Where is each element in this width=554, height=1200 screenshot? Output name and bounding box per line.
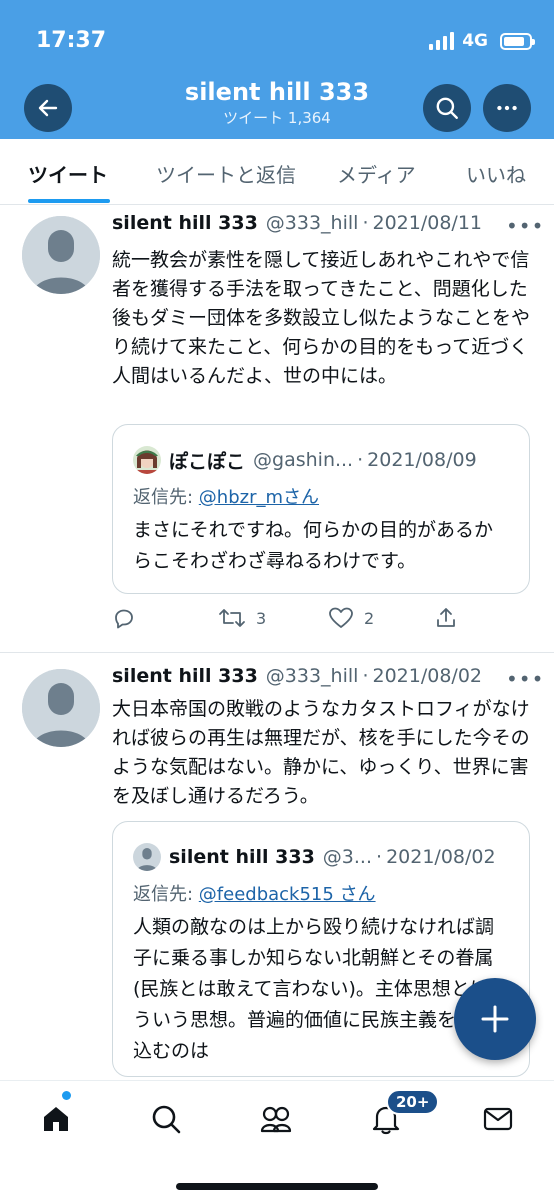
quoted-tweet[interactable]: ぽこぽこ @gashin... · 2021/08/09 返信先: @hbzr_… (112, 424, 530, 594)
avatar[interactable] (22, 669, 100, 747)
network-label: 4G (462, 31, 488, 51)
nav-communities[interactable] (256, 1099, 296, 1139)
quoted-author-name: ぽこぽこ (169, 450, 246, 473)
home-unread-dot (62, 1091, 71, 1100)
notification-badge: 20+ (386, 1089, 440, 1115)
quoted-author-name: silent hill 333 (169, 846, 315, 868)
nav-search[interactable] (146, 1099, 186, 1139)
author-handle: @333_hill (265, 665, 359, 687)
heart-icon (329, 607, 353, 628)
share-icon (437, 608, 455, 627)
bottom-navigation: 20+ (0, 1080, 554, 1200)
reply-mention-link[interactable]: @feedback515 さん (199, 884, 376, 905)
tab-media[interactable]: メディア (337, 159, 416, 188)
more-button[interactable] (483, 84, 531, 132)
share-button[interactable] (434, 606, 458, 630)
avatar[interactable] (22, 216, 100, 294)
character-avatar-icon (133, 446, 161, 474)
tweet-header: silent hill 333 @333_hill · 2021/08/11 (112, 212, 482, 240)
tweet-more-button[interactable]: ••• (506, 667, 544, 691)
profile-header: 17:37 4G silent hill 333 ツイート 1,364 (0, 0, 554, 139)
quoted-tweet-header: silent hill 333 @3... · 2021/08/02 (133, 842, 496, 872)
reply-icon (115, 609, 133, 629)
search-icon (436, 97, 458, 119)
home-indicator (176, 1183, 378, 1190)
reply-to-label: 返信先: (133, 487, 199, 508)
tweet-item[interactable]: silent hill 333 @333_hill · 2021/08/11 •… (0, 206, 554, 652)
quoted-tweet-date: 2021/08/02 (386, 846, 496, 868)
more-horizontal-icon (497, 105, 517, 111)
tweet-header: silent hill 333 @333_hill · 2021/08/02 (112, 665, 482, 693)
search-button[interactable] (423, 84, 471, 132)
reply-to-line: 返信先: @feedback515 さん (133, 880, 376, 906)
like-count: 2 (364, 608, 375, 628)
reply-button[interactable] (112, 606, 136, 630)
tweet-actions: 3 2 (112, 606, 532, 636)
battery-icon (500, 32, 535, 50)
mail-icon (483, 1107, 513, 1131)
search-icon (152, 1105, 181, 1134)
author-name[interactable]: silent hill 333 (112, 212, 258, 234)
tab-tweets[interactable]: ツイート (28, 159, 108, 188)
reply-mention-link[interactable]: @hbzr_mさん (199, 487, 319, 508)
quoted-tweet-header: ぽこぽこ @gashin... · 2021/08/09 (133, 445, 477, 475)
reply-to-line: 返信先: @hbzr_mさん (133, 483, 319, 509)
quoted-tweet-text: 人類の敵なのは上から殴り続けなければ調子に乗る事しか知らない北朝鮮とその眷属 (… (133, 916, 508, 1062)
compose-tweet-button[interactable] (454, 978, 536, 1060)
profile-name-title: silent hill 333 (184, 78, 370, 106)
reply-to-label: 返信先: (133, 884, 199, 905)
separator: · (357, 449, 364, 471)
tweet-text: 大日本帝国の敗戦のようなカタストロフィがなければ彼らの再生は無理だが、核を手にし… (112, 698, 530, 807)
default-avatar-icon (22, 669, 100, 747)
tab-likes[interactable]: いいね (466, 159, 526, 188)
status-icons: 4G (429, 30, 535, 52)
home-icon (44, 1107, 68, 1131)
communities-icon (260, 1106, 292, 1133)
tab-tweets-and-replies[interactable]: ツイートと返信 (156, 159, 296, 188)
status-bar: 17:37 4G (0, 0, 554, 80)
tweet-date[interactable]: 2021/08/02 (373, 665, 483, 687)
status-time: 17:37 (36, 28, 107, 53)
separator: · (362, 665, 369, 687)
quoted-tweet-date: 2021/08/09 (367, 449, 477, 471)
tweet-date[interactable]: 2021/08/11 (373, 212, 483, 234)
nav-home[interactable] (36, 1099, 76, 1139)
active-tab-indicator (28, 199, 110, 203)
separator: · (376, 846, 383, 868)
plus-icon (481, 1005, 509, 1033)
separator: · (362, 212, 369, 234)
quoted-tweet-text: まさにそれですね。何らかの目的があるからこそわざわざ尋ねるわけです。 (133, 519, 494, 572)
tweet-more-button[interactable]: ••• (506, 214, 544, 238)
quoted-avatar (133, 446, 161, 474)
retweet-button[interactable]: 3 (218, 606, 266, 630)
nav-messages[interactable] (478, 1099, 518, 1139)
retweet-icon (219, 609, 245, 627)
default-avatar-icon (133, 843, 161, 871)
quoted-avatar (133, 843, 161, 871)
quoted-author-handle: @gashin... (253, 449, 354, 471)
author-name[interactable]: silent hill 333 (112, 665, 258, 687)
profile-tabs: ツイート ツイートと返信 メディア いいね (0, 139, 554, 205)
retweet-count: 3 (256, 608, 267, 628)
quoted-author-handle: @3... (322, 846, 373, 868)
tweet-text: 統一教会が素性を隠して接近しあれやこれやで信者を獲得する手法を取ってきたこと、問… (112, 249, 531, 387)
default-avatar-icon (22, 216, 100, 294)
signal-icon (429, 32, 455, 50)
like-button[interactable]: 2 (328, 606, 374, 630)
author-handle: @333_hill (265, 212, 359, 234)
